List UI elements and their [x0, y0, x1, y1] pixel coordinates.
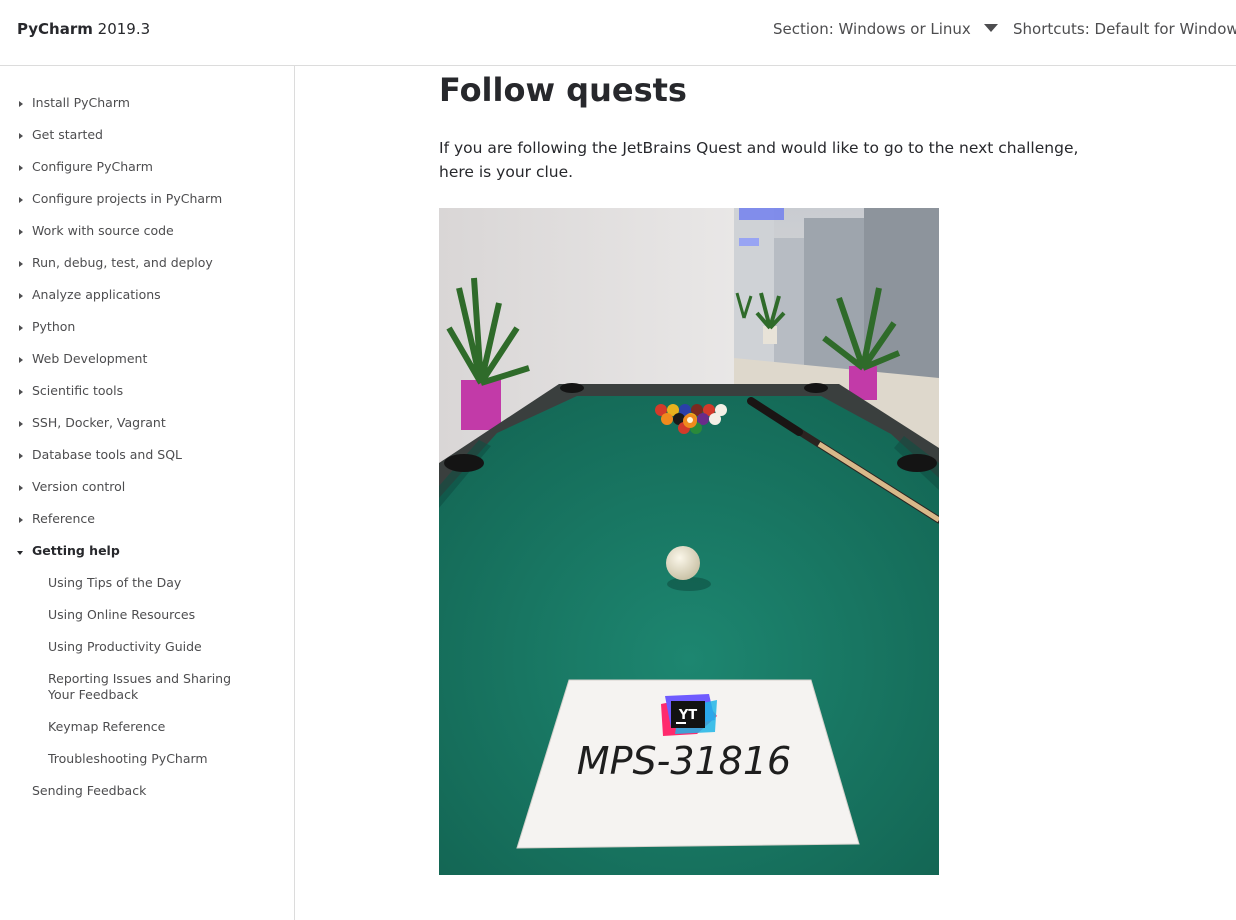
sidebar-subitem-productivity-guide[interactable]: Using Productivity Guide: [0, 637, 294, 669]
caret-right-icon: [19, 165, 23, 171]
caret-right-icon: [19, 293, 23, 299]
caret-right-icon: [19, 261, 23, 267]
sidebar-item-label: Troubleshooting PyCharm: [48, 751, 208, 766]
sidebar-item-label: Scientific tools: [32, 383, 124, 398]
sidebar-item-label: Getting help: [32, 543, 120, 558]
billiard-table-scene: YT MPS-31816: [439, 208, 939, 875]
top-header: PyCharm 2019.3 Section: Windows or Linux…: [0, 0, 1236, 66]
sidebar-item-label: Work with source code: [32, 223, 174, 238]
sidebar-item-label: Get started: [32, 127, 103, 142]
caret-right-icon: [19, 197, 23, 203]
sidebar-item-run-debug-test-deploy[interactable]: Run, debug, test, and deploy: [0, 253, 294, 285]
sidebar-item-database-tools[interactable]: Database tools and SQL: [0, 445, 294, 477]
caret-right-icon: [19, 453, 23, 459]
sidebar-item-label: Database tools and SQL: [32, 447, 182, 462]
caret-right-icon: [19, 389, 23, 395]
sidebar: Install PyCharm Get started Configure Py…: [0, 66, 295, 920]
shortcuts-selector-label: Shortcuts: Default for Windows: [1013, 20, 1236, 38]
sidebar-item-configure-pycharm[interactable]: Configure PyCharm: [0, 157, 294, 189]
sidebar-subitem-online-resources[interactable]: Using Online Resources: [0, 605, 294, 637]
sidebar-subitem-troubleshooting[interactable]: Troubleshooting PyCharm: [0, 749, 294, 781]
caret-right-icon: [19, 101, 23, 107]
sidebar-item-sending-feedback[interactable]: Sending Feedback: [0, 781, 294, 813]
clue-code: MPS-31816: [577, 739, 791, 783]
sidebar-item-version-control[interactable]: Version control: [0, 477, 294, 509]
sidebar-item-label: Keymap Reference: [48, 719, 166, 734]
shortcuts-selector[interactable]: Shortcuts: Default for Windows: [1013, 20, 1236, 38]
caret-right-icon: [19, 325, 23, 331]
sidebar-item-label: Version control: [32, 479, 126, 494]
sidebar-item-label: Reference: [32, 511, 95, 526]
caret-right-icon: [19, 485, 23, 491]
cue-ball: [666, 546, 700, 580]
caret-right-icon: [19, 357, 23, 363]
quest-clue-photo: YT MPS-31816: [439, 208, 939, 875]
sidebar-item-getting-help[interactable]: Getting help: [0, 541, 294, 573]
page-title: Follow quests: [439, 71, 687, 109]
sidebar-item-label: Install PyCharm: [32, 95, 130, 110]
youtrack-logo: YT: [661, 694, 717, 736]
sidebar-subitem-tips-of-the-day[interactable]: Using Tips of the Day: [0, 573, 294, 605]
section-selector-label: Section: Windows or Linux: [773, 20, 971, 38]
main-content: Follow quests If you are following the J…: [296, 66, 1236, 920]
sidebar-item-reference[interactable]: Reference: [0, 509, 294, 541]
sidebar-item-label: Configure projects in PyCharm: [32, 191, 223, 206]
youtrack-logo-text: YT: [678, 708, 697, 723]
caret-right-icon: [19, 421, 23, 427]
sidebar-item-get-started[interactable]: Get started: [0, 125, 294, 157]
sidebar-item-label: Using Productivity Guide: [48, 639, 202, 654]
sidebar-item-label: Web Development: [32, 351, 148, 366]
table-of-contents: Install PyCharm Get started Configure Py…: [0, 93, 294, 813]
sidebar-item-label: Configure PyCharm: [32, 159, 153, 174]
sidebar-item-configure-projects[interactable]: Configure projects in PyCharm: [0, 189, 294, 221]
sidebar-item-install-pycharm[interactable]: Install PyCharm: [0, 93, 294, 125]
sidebar-item-scientific-tools[interactable]: Scientific tools: [0, 381, 294, 413]
sidebar-item-label: Reporting Issues and Sharing Your Feedba…: [48, 671, 232, 702]
sidebar-subitem-reporting-issues[interactable]: Reporting Issues and Sharing Your Feedba…: [0, 669, 294, 717]
sidebar-item-label: Python: [32, 319, 76, 334]
intro-paragraph: If you are following the JetBrains Quest…: [439, 139, 1079, 181]
caret-right-icon: [19, 229, 23, 235]
product-brand[interactable]: PyCharm 2019.3: [17, 20, 150, 38]
sidebar-item-label: Using Tips of the Day: [48, 575, 182, 590]
sidebar-item-web-development[interactable]: Web Development: [0, 349, 294, 381]
product-name: PyCharm: [17, 20, 93, 38]
sidebar-item-work-with-source-code[interactable]: Work with source code: [0, 221, 294, 253]
sidebar-item-label: Analyze applications: [32, 287, 161, 302]
sidebar-item-label: SSH, Docker, Vagrant: [32, 415, 166, 430]
caret-right-icon: [19, 133, 23, 139]
caret-right-icon: [19, 517, 23, 523]
product-version: 2019.3: [97, 20, 151, 38]
sidebar-item-analyze-applications[interactable]: Analyze applications: [0, 285, 294, 317]
sidebar-item-label: Using Online Resources: [48, 607, 196, 622]
chevron-down-icon: [983, 24, 998, 32]
sidebar-item-label: Run, debug, test, and deploy: [32, 255, 213, 270]
sidebar-item-python[interactable]: Python: [0, 317, 294, 349]
sidebar-subitem-keymap-reference[interactable]: Keymap Reference: [0, 717, 294, 749]
sidebar-item-label: Sending Feedback: [32, 783, 147, 798]
caret-down-icon: [17, 551, 23, 555]
clue-paper: YT MPS-31816: [516, 679, 860, 849]
sidebar-item-ssh-docker-vagrant[interactable]: SSH, Docker, Vagrant: [0, 413, 294, 445]
section-selector[interactable]: Section: Windows or Linux: [773, 20, 998, 38]
